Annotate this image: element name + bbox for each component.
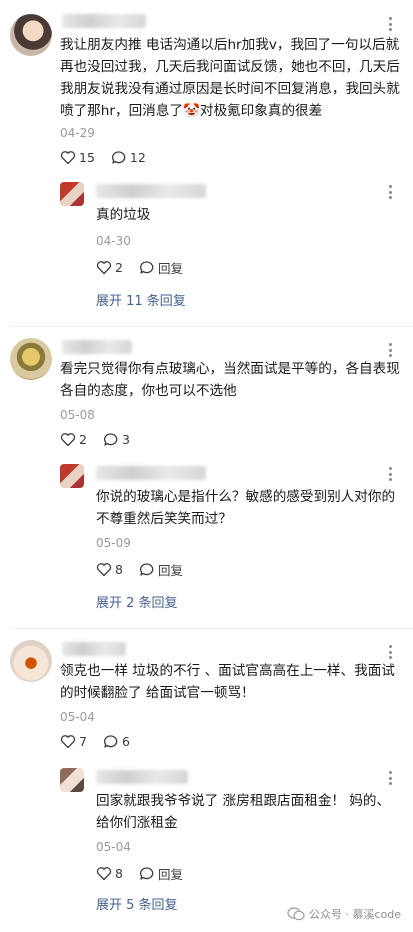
speech-bubble-icon — [103, 735, 118, 748]
like-button[interactable]: 2 — [60, 432, 87, 447]
like-count: 15 — [79, 150, 95, 165]
avatar[interactable] — [10, 338, 52, 380]
reply-label: 回复 — [157, 867, 183, 882]
reply-date: 05-09 — [96, 536, 131, 550]
reply-text: 你说的玻璃心是指什么？敏感的感受到别人对你的不尊重然后笑笑而过？ — [96, 489, 396, 527]
username-blurred[interactable] — [62, 14, 146, 28]
comment-text: 领克也一样 垃圾的不行 、面试官高高在上一样、我面试的时候翻脸了 给面试官一顿骂… — [60, 663, 395, 701]
reply-label: 回复 — [157, 261, 183, 276]
comment-date: 04-29 — [60, 126, 95, 140]
speech-bubble-icon — [139, 563, 154, 576]
like-count: 2 — [79, 432, 87, 447]
like-button[interactable]: 8 — [96, 562, 123, 577]
more-vertical-icon[interactable] — [381, 16, 399, 32]
speech-bubble-icon — [103, 433, 118, 446]
username-blurred[interactable] — [62, 642, 126, 656]
comment-count: 6 — [121, 734, 130, 749]
comment-actions: 2 3 — [60, 432, 146, 447]
divider — [10, 326, 413, 327]
username-blurred[interactable] — [62, 340, 132, 354]
like-button[interactable]: 8 — [96, 866, 123, 881]
comment-actions: 15 12 — [60, 150, 162, 165]
username-blurred[interactable] — [96, 466, 206, 480]
avatar[interactable] — [10, 14, 52, 56]
reply-date: 04-30 — [96, 234, 131, 248]
comment-button[interactable]: 3 — [103, 432, 130, 447]
watermark-text: 公众号 · 慕溪code — [308, 908, 401, 921]
avatar[interactable] — [60, 768, 84, 792]
reply-actions: 8 回复 — [96, 560, 199, 579]
reply-actions: 2 回复 — [96, 258, 199, 277]
comment-text: 看完只觉得你有点玻璃心，当然面试是平等的，各自表现各自的态度，你也可以不选他 — [60, 361, 400, 399]
wechat-icon — [287, 907, 305, 921]
reply-button[interactable]: 回复 — [139, 258, 183, 277]
expand-replies-link[interactable]: 展开 5 条回复 — [96, 894, 178, 913]
comment-count: 12 — [129, 150, 146, 165]
more-vertical-icon[interactable] — [381, 644, 399, 660]
expand-replies-link[interactable]: 展开 2 条回复 — [96, 592, 178, 611]
comment-actions: 7 6 — [60, 734, 146, 749]
comment-text: 我让朋友内推 电话沟通以后hr加我v，我回了一句以后就再也没回过我，几天后我问面… — [60, 37, 400, 119]
avatar[interactable] — [60, 464, 84, 488]
username-blurred[interactable] — [96, 770, 188, 784]
heart-outline-icon — [60, 151, 76, 165]
like-button[interactable]: 2 — [96, 260, 123, 275]
comment-date: 05-08 — [60, 408, 95, 422]
reply-date: 05-04 — [96, 840, 131, 854]
reply-text: 回家就跟我爷爷说了 涨房租跟店面租金！ 妈的、给你们涨租金 — [96, 793, 391, 831]
reply-label: 回复 — [157, 563, 183, 578]
watermark: 公众号 · 慕溪code — [287, 906, 401, 922]
like-button[interactable]: 7 — [60, 734, 87, 749]
expand-replies-link[interactable]: 展开 11 条回复 — [96, 290, 186, 309]
heart-outline-icon — [96, 867, 112, 881]
heart-outline-icon — [60, 433, 76, 447]
speech-bubble-icon — [139, 867, 154, 880]
avatar[interactable] — [10, 640, 52, 682]
more-vertical-icon[interactable] — [381, 184, 399, 200]
like-count: 8 — [115, 562, 123, 577]
more-vertical-icon[interactable] — [381, 342, 399, 358]
heart-outline-icon — [96, 261, 112, 275]
like-count: 2 — [115, 260, 123, 275]
heart-outline-icon — [96, 563, 112, 577]
more-vertical-icon[interactable] — [381, 770, 399, 786]
reply-actions: 8 回复 — [96, 864, 199, 883]
comment-count: 3 — [121, 432, 130, 447]
like-button[interactable]: 15 — [60, 150, 95, 165]
like-count: 8 — [115, 866, 123, 881]
username-blurred[interactable] — [96, 184, 206, 198]
comment-date: 05-04 — [60, 710, 95, 724]
speech-bubble-icon — [111, 151, 126, 164]
heart-outline-icon — [60, 735, 76, 749]
comment-button[interactable]: 12 — [111, 150, 146, 165]
reply-button[interactable]: 回复 — [139, 560, 183, 579]
more-vertical-icon[interactable] — [381, 466, 399, 482]
comment-button[interactable]: 6 — [103, 734, 130, 749]
reply-button[interactable]: 回复 — [139, 864, 183, 883]
reply-text: 真的垃圾 — [96, 207, 151, 223]
speech-bubble-icon — [139, 261, 154, 274]
divider — [10, 628, 413, 629]
avatar[interactable] — [60, 182, 84, 206]
like-count: 7 — [79, 734, 87, 749]
